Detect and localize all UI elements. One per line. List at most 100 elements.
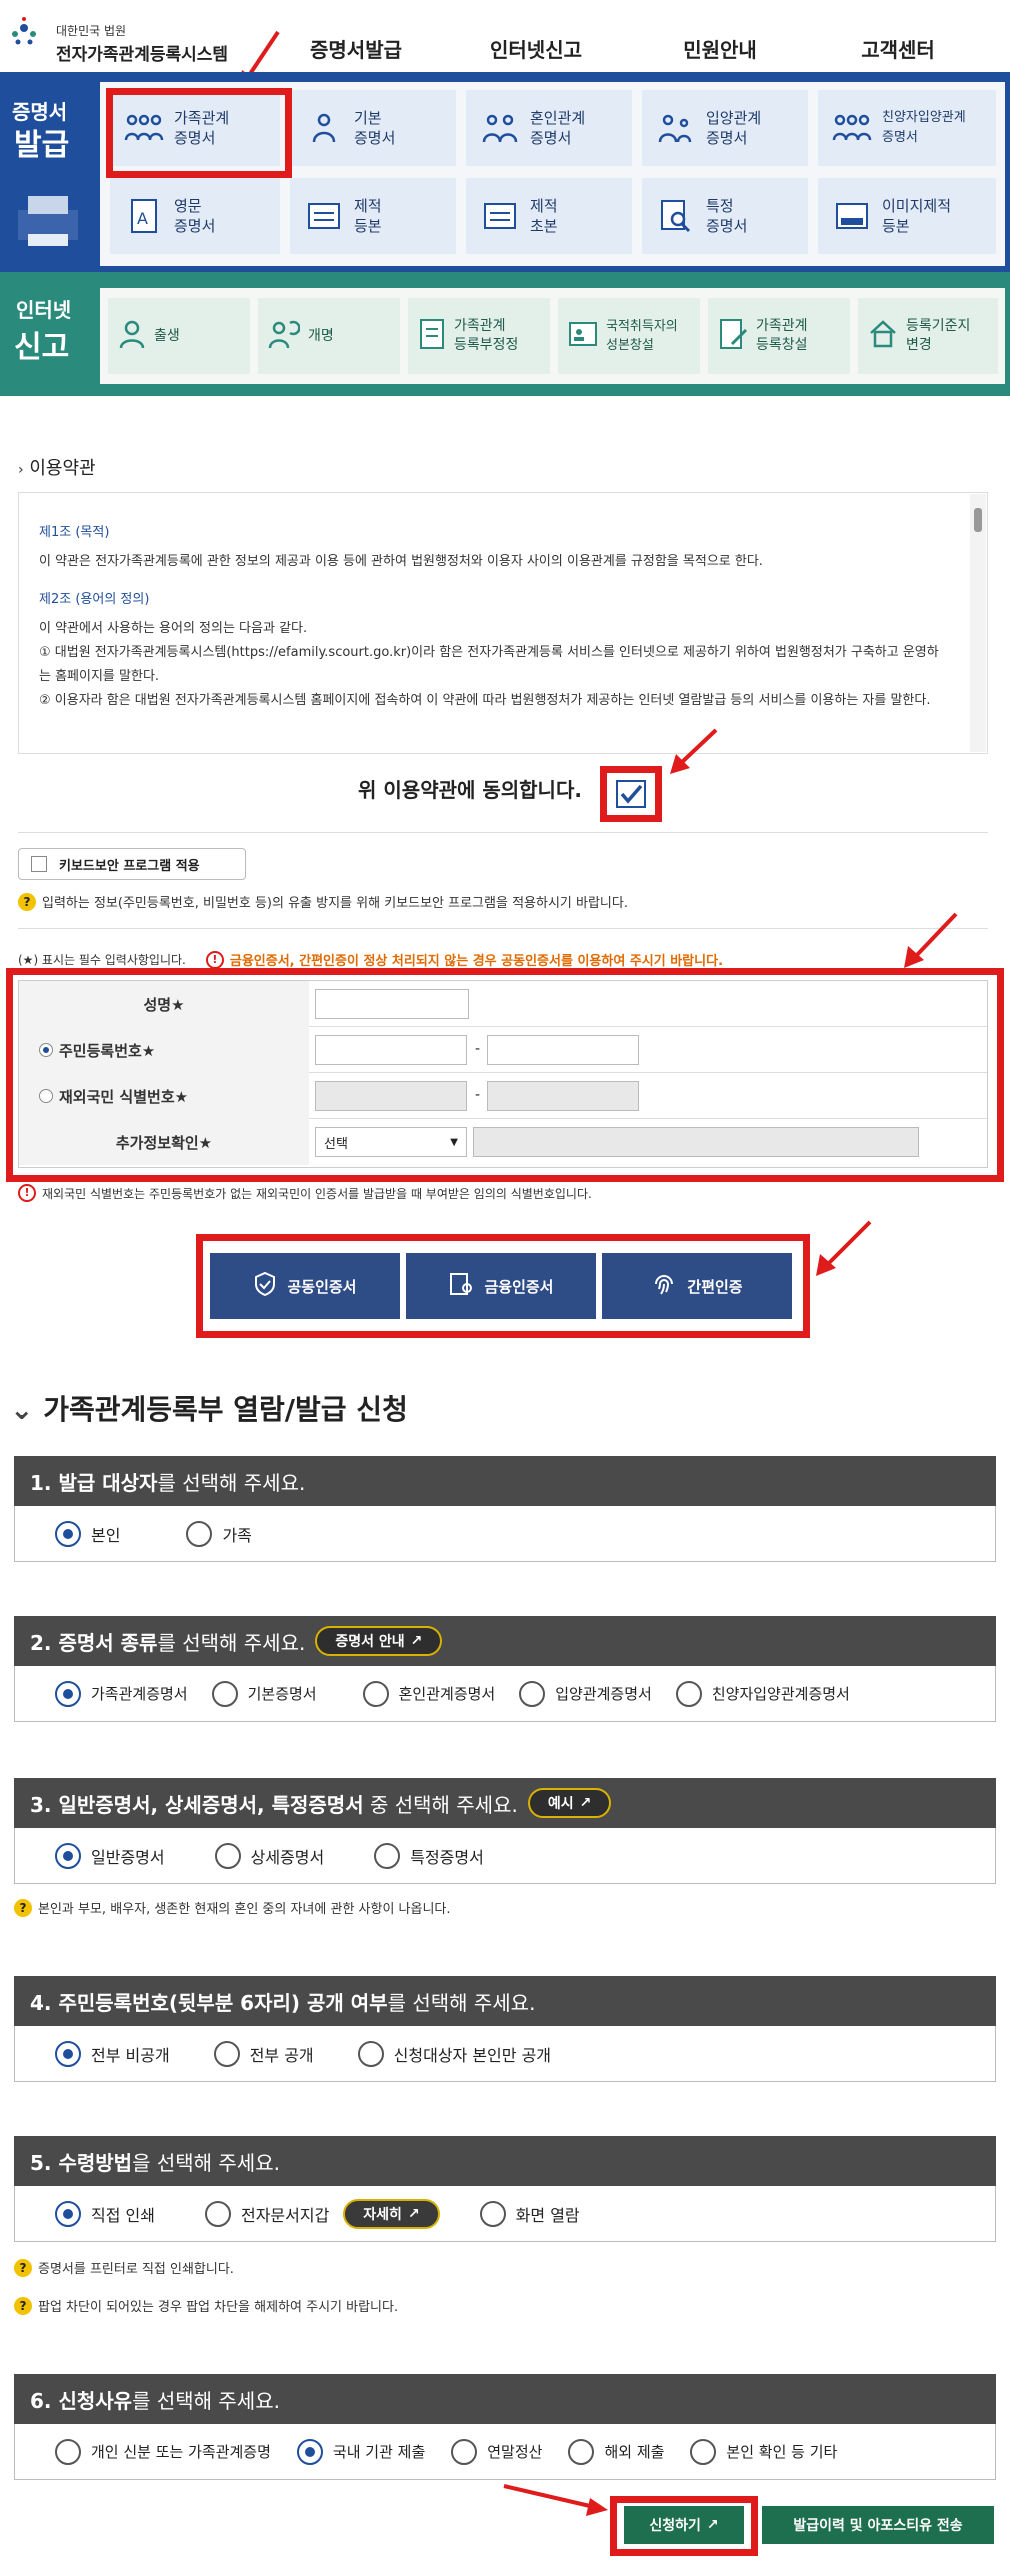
option-year-end-tax[interactable]: 연말정산 (451, 2438, 542, 2465)
financial-certificate-button[interactable]: 금융인증서 (406, 1253, 596, 1319)
option-overseas-submit[interactable]: 해외 제출 (568, 2438, 664, 2465)
terms-scrollbox[interactable]: 제1조 (목적) 이 약관은 전자가족관계등록에 관한 정보의 제공과 이용 등… (18, 492, 988, 754)
card-english-cert[interactable]: A 영문 증명서 (110, 178, 280, 254)
option-label: 가족 (222, 1525, 252, 1545)
option-self[interactable]: 본인 (55, 1520, 120, 1547)
card-image-register-copy[interactable]: 이미지제적 등본 (818, 178, 996, 254)
card-register-creation[interactable]: 가족관계 등록창설 (708, 298, 850, 374)
nav-civil-guide[interactable]: 민원안내 (640, 34, 800, 63)
radio[interactable] (186, 1520, 213, 1547)
radio[interactable] (568, 2438, 595, 2465)
step5-note2: ? 팝업 차단이 되어있는 경우 팝업 차단을 해제하여 주시기 바랍니다. (14, 2296, 398, 2315)
option-adoption[interactable]: 입양관계증명서 (519, 1680, 652, 1707)
card-name-change[interactable]: 개명 (258, 298, 400, 374)
radio[interactable] (204, 2200, 231, 2227)
radio-selected[interactable] (55, 1520, 81, 1547)
step2-title: 2. 증명서 종류 (30, 1630, 158, 1655)
radio-selected[interactable] (296, 2438, 323, 2465)
radio[interactable] (357, 2040, 384, 2067)
option-basic[interactable]: 기본증명서 (211, 1680, 317, 1707)
issue-history-button[interactable]: 발급이력 및 아포스티유 전송 (762, 2506, 994, 2544)
option-family-relation[interactable]: 가족관계증명서 (55, 1680, 188, 1707)
card-birth-report[interactable]: 출생 (108, 298, 250, 374)
card-label: 제적 등본 (354, 197, 382, 235)
card-specific-cert[interactable]: 특정 증명서 (642, 178, 808, 254)
step1-title: 1. 발급 대상자 (30, 1470, 158, 1495)
card-base-address-change[interactable]: 등록기준지 변경 (858, 298, 998, 374)
option-self-only[interactable]: 신청대상자 본인만 공개 (357, 2040, 551, 2067)
joint-certificate-label: 공동인증서 (287, 1277, 357, 1296)
option-full-adoption[interactable]: 친양자입양관계증명서 (675, 1680, 850, 1707)
card-basic-cert[interactable]: 기본 증명서 (290, 90, 456, 166)
nav-certificate-issue[interactable]: 증명서발급 (276, 34, 436, 63)
card-nationality-surname[interactable]: 국적취득자의 성본창설 (558, 298, 700, 374)
option-identity-proof[interactable]: 개인 신분 또는 가족관계증명 (55, 2438, 271, 2465)
simple-auth-button[interactable]: 간편인증 (602, 1253, 792, 1319)
keyboard-security-checkbox[interactable] (31, 856, 47, 872)
radio[interactable] (479, 2200, 506, 2227)
radio-selected[interactable] (55, 1680, 81, 1707)
radio[interactable] (55, 2438, 81, 2465)
radio[interactable] (211, 1680, 238, 1707)
application-title: 가족관계등록부 열람/발급 신청 (43, 1393, 408, 1426)
radio-selected[interactable] (55, 2200, 81, 2227)
nav-internet-report[interactable]: 인터넷신고 (456, 34, 616, 63)
option-label: 혼인관계증명서 (398, 1685, 496, 1703)
agree-checkbox[interactable] (616, 780, 646, 808)
terms-scrollbar[interactable] (970, 494, 986, 752)
option-specific[interactable]: 특정증명서 (374, 1842, 484, 1869)
radio-selected[interactable] (55, 1842, 81, 1869)
option-label: 화면 열람 (515, 2205, 580, 2225)
annotation-arrow (816, 1220, 872, 1276)
logo-title[interactable]: 전자가족관계등록시스템 (56, 40, 228, 65)
option-label: 전부 공개 (249, 2045, 314, 2065)
option-detailed[interactable]: 상세증명서 (214, 1842, 325, 1869)
joint-certificate-button[interactable]: 공동인증서 (210, 1253, 400, 1319)
card-register-correction[interactable]: 가족관계 등록부정정 (408, 298, 550, 374)
radio[interactable] (690, 2438, 717, 2465)
card-full-adoption-cert[interactable]: 친양자입양관계 증명서 (818, 90, 996, 166)
radio[interactable] (374, 1842, 401, 1869)
option-e-wallet[interactable]: 전자문서지갑 (204, 2200, 329, 2227)
submit-button[interactable]: 신청하기 ↗ (624, 2506, 744, 2544)
details-button[interactable]: 자세히 ↗ (343, 2198, 440, 2229)
card-label: 이미지제적 등본 (882, 197, 952, 235)
cert-guide-button[interactable]: 증명서 안내 ↗ (315, 1626, 443, 1656)
example-button[interactable]: 예시 ↗ (527, 1788, 612, 1818)
option-all-private[interactable]: 전부 비공개 (55, 2040, 170, 2067)
agree-label: 위 이용약관에 동의합니다. (358, 778, 582, 802)
card-adoption-cert[interactable]: 입양관계 증명서 (642, 90, 808, 166)
step3-title: 3. 일반증명서, 상세증명서, 특정증명서 (30, 1792, 364, 1817)
radio[interactable] (451, 2438, 478, 2465)
card-removed-register-copy[interactable]: 제적 등본 (290, 178, 456, 254)
keyboard-note-text: 입력하는 정보(주민등록번호, 비밀번호 등)의 유출 방지를 위해 키보드보안… (42, 896, 628, 911)
shield-check-icon (253, 1271, 277, 1301)
card-marriage-cert[interactable]: 혼인관계 증명서 (466, 90, 632, 166)
option-domestic-submit[interactable]: 국내 기관 제출 (296, 2438, 425, 2465)
option-family[interactable]: 가족 (186, 1520, 252, 1547)
card-label: 출생 (154, 327, 180, 344)
card-removed-register-extract[interactable]: 제적 초본 (466, 178, 632, 254)
keyboard-security-toggle[interactable]: 키보드보안 프로그램 적용 (18, 848, 246, 880)
article1-body: 이 약관은 전자가족관계등록에 관한 정보의 제공과 이용 등에 관하여 법원행… (39, 554, 763, 569)
radio[interactable] (675, 1680, 702, 1707)
radio-selected[interactable] (55, 2040, 81, 2067)
option-other[interactable]: 본인 확인 등 기타 (690, 2438, 837, 2465)
annotation-highlight-box (106, 88, 292, 178)
option-direct-print[interactable]: 직접 인쇄 (55, 2200, 155, 2227)
option-screen-view[interactable]: 화면 열람 (479, 2200, 580, 2227)
radio[interactable] (213, 2040, 240, 2067)
fingerprint-icon (651, 1271, 677, 1301)
option-all-public[interactable]: 전부 공개 (213, 2040, 314, 2067)
step2-subtitle: 를 선택해 주세요. (157, 1630, 306, 1655)
option-marriage[interactable]: 혼인관계증명서 (362, 1680, 496, 1707)
radio[interactable] (362, 1680, 389, 1707)
option-label: 상세증명서 (250, 1847, 325, 1867)
scrollbar-thumb[interactable] (974, 508, 982, 532)
id-card-icon (568, 319, 598, 353)
radio[interactable] (214, 1842, 241, 1869)
nav-customer-center[interactable]: 고객센터 (818, 34, 978, 63)
option-general[interactable]: 일반증명서 (55, 1842, 165, 1869)
step5-note1-text: 증명서를 프린터로 직접 인쇄합니다. (38, 2262, 234, 2277)
radio[interactable] (519, 1680, 546, 1707)
